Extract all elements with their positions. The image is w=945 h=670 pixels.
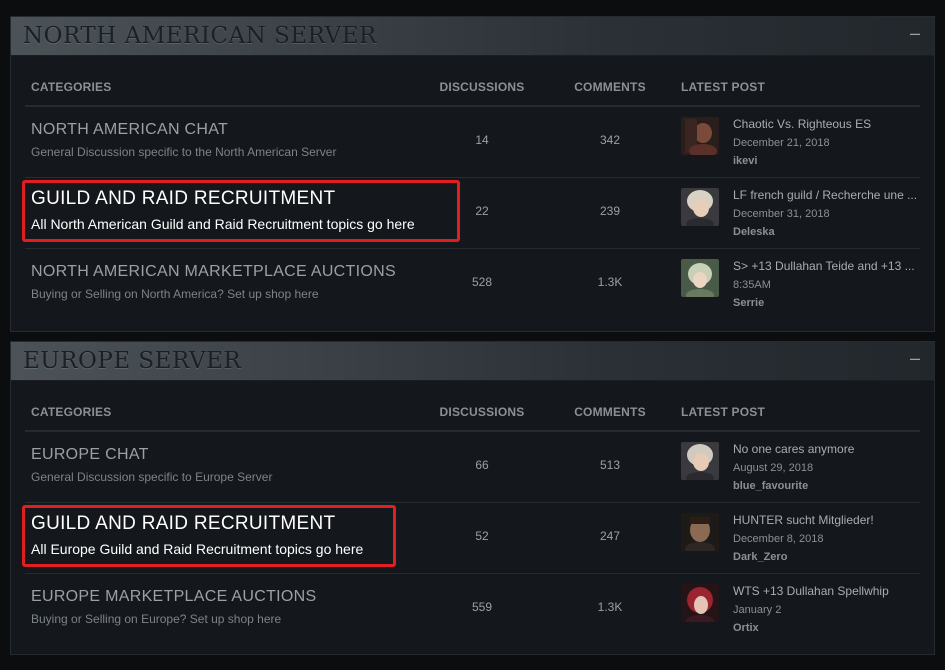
category-name[interactable]: NORTH AMERICAN MARKETPLACE AUCTIONS xyxy=(31,263,396,281)
avatar[interactable] xyxy=(681,117,719,155)
table-row: NORTH AMERICAN MARKETPLACE AUCTIONS Buyi… xyxy=(25,249,920,319)
latest-post-date: August 29, 2018 xyxy=(733,462,814,474)
avatar[interactable] xyxy=(681,513,719,551)
header-categories: CATEGORIES xyxy=(31,405,112,419)
latest-post-user[interactable]: Dark_Zero xyxy=(733,551,787,563)
table-row: EUROPE MARKETPLACE AUCTIONS Buying or Se… xyxy=(25,574,920,644)
collapse-icon[interactable]: – xyxy=(910,23,920,44)
latest-post-title[interactable]: S> +13 Dullahan Teide and +13 ... xyxy=(733,259,915,273)
table-header: CATEGORIES DISCUSSIONS COMMENTS LATEST P… xyxy=(25,398,920,432)
latest-post-user[interactable]: ikevi xyxy=(733,155,757,167)
header-discussions: DISCUSSIONS xyxy=(439,405,525,419)
avatar[interactable] xyxy=(681,442,719,480)
section-title: NORTH AMERICAN SERVER xyxy=(23,23,377,49)
category-description: Buying or Selling on Europe? Set up shop… xyxy=(31,612,282,626)
collapse-icon[interactable]: – xyxy=(910,348,920,369)
avatar[interactable] xyxy=(681,584,719,622)
table-header: CATEGORIES DISCUSSIONS COMMENTS LATEST P… xyxy=(25,73,920,107)
latest-post-user[interactable]: Deleska xyxy=(733,226,775,238)
category-name[interactable]: GUILD AND RAID RECRUITMENT xyxy=(31,188,335,210)
table-row: GUILD AND RAID RECRUITMENT All North Ame… xyxy=(22,178,920,249)
header-latest-post: LATEST POST xyxy=(681,80,765,94)
header-comments: COMMENTS xyxy=(574,80,646,94)
latest-post-title[interactable]: Chaotic Vs. Righteous ES xyxy=(733,117,871,131)
section-europe-server: EUROPE SERVER – CATEGORIES DISCUSSIONS C… xyxy=(10,341,935,655)
header-comments: COMMENTS xyxy=(574,405,646,419)
latest-post-date: December 21, 2018 xyxy=(733,137,830,149)
category-description: All Europe Guild and Raid Recruitment to… xyxy=(31,541,364,557)
discussion-count: 52 xyxy=(475,529,489,543)
discussion-count: 528 xyxy=(471,275,493,289)
avatar[interactable] xyxy=(681,188,719,226)
discussion-count: 66 xyxy=(475,458,489,472)
table-row: GUILD AND RAID RECRUITMENT All Europe Gu… xyxy=(22,503,920,574)
discussion-count: 22 xyxy=(475,204,489,218)
latest-post-user[interactable]: blue_favourite xyxy=(733,480,808,492)
latest-post-date: 8:35AM xyxy=(733,279,771,291)
section-header: EUROPE SERVER – xyxy=(11,342,934,381)
category-name[interactable]: GUILD AND RAID RECRUITMENT xyxy=(31,513,335,535)
latest-post-title[interactable]: LF french guild / Recherche une ... xyxy=(733,188,917,202)
section-north-american-server: NORTH AMERICAN SERVER – CATEGORIES DISCU… xyxy=(10,16,935,332)
table-row: EUROPE CHAT General Discussion specific … xyxy=(25,432,920,503)
category-description: General Discussion specific to the North… xyxy=(31,145,337,159)
discussion-count: 559 xyxy=(471,600,493,614)
category-name[interactable]: EUROPE MARKETPLACE AUCTIONS xyxy=(31,588,317,606)
comment-count: 247 xyxy=(599,529,621,543)
latest-post-date: December 8, 2018 xyxy=(733,533,824,545)
category-table: CATEGORIES DISCUSSIONS COMMENTS LATEST P… xyxy=(22,398,920,644)
latest-post-title[interactable]: No one cares anymore xyxy=(733,442,854,456)
comment-count: 239 xyxy=(599,204,621,218)
category-table: CATEGORIES DISCUSSIONS COMMENTS LATEST P… xyxy=(22,73,920,319)
latest-post-user[interactable]: Ortix xyxy=(733,622,759,634)
discussion-count: 14 xyxy=(475,133,489,147)
category-description: All North American Guild and Raid Recrui… xyxy=(31,216,415,232)
latest-post-user[interactable]: Serrie xyxy=(733,297,764,309)
comment-count: 342 xyxy=(599,133,621,147)
avatar[interactable] xyxy=(681,259,719,297)
category-name[interactable]: EUROPE CHAT xyxy=(31,446,149,464)
latest-post-title[interactable]: WTS +13 Dullahan Spellwhip xyxy=(733,584,889,598)
header-categories: CATEGORIES xyxy=(31,80,112,94)
category-description: General Discussion specific to Europe Se… xyxy=(31,470,273,484)
header-discussions: DISCUSSIONS xyxy=(439,80,525,94)
comment-count: 513 xyxy=(599,458,621,472)
latest-post-date: December 31, 2018 xyxy=(733,208,830,220)
table-row: NORTH AMERICAN CHAT General Discussion s… xyxy=(25,107,920,178)
latest-post-title[interactable]: HUNTER sucht Mitglieder! xyxy=(733,513,874,527)
category-description: Buying or Selling on North America? Set … xyxy=(31,287,319,301)
section-title: EUROPE SERVER xyxy=(23,348,242,374)
section-header: NORTH AMERICAN SERVER – xyxy=(11,17,934,56)
latest-post-date: January 2 xyxy=(733,604,782,616)
comment-count: 1.3K xyxy=(597,600,623,614)
comment-count: 1.3K xyxy=(597,275,623,289)
header-latest-post: LATEST POST xyxy=(681,405,765,419)
category-name[interactable]: NORTH AMERICAN CHAT xyxy=(31,121,228,139)
